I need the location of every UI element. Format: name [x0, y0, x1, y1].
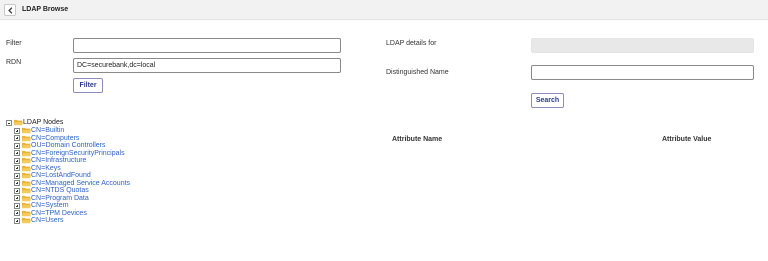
folder-icon: [22, 158, 31, 164]
tree-node[interactable]: OU=Domain Controllers: [14, 142, 130, 150]
expand-icon[interactable]: [14, 142, 20, 149]
distinguished-name-input[interactable]: [531, 65, 754, 80]
tree-node-label[interactable]: CN=System: [31, 202, 69, 210]
expand-icon[interactable]: [14, 127, 20, 134]
tree-root[interactable]: LDAP Nodes: [6, 118, 63, 127]
expand-icon[interactable]: [14, 157, 20, 164]
tree-node-list: CN=Builtin CN=Computers OU=Domain Contro…: [14, 127, 130, 225]
folder-icon: [22, 180, 31, 186]
tree-node-label[interactable]: CN=Program Data: [31, 195, 89, 203]
tree-node-label[interactable]: CN=Builtin: [31, 127, 64, 135]
collapse-icon[interactable]: [6, 119, 12, 126]
expand-icon[interactable]: [14, 135, 20, 142]
filter-input[interactable]: [73, 38, 341, 53]
attribute-name-header: Attribute Name: [392, 136, 443, 143]
folder-icon: [22, 195, 31, 201]
ldap-details-field: [531, 38, 754, 53]
tree-node-label[interactable]: OU=Domain Controllers: [31, 142, 106, 150]
folder-icon: [22, 218, 31, 224]
tree-node[interactable]: CN=Users: [14, 217, 130, 225]
page-title: LDAP Browse: [22, 6, 69, 13]
tree-node[interactable]: CN=Keys: [14, 165, 130, 173]
tree-node[interactable]: CN=TPM Devices: [14, 210, 130, 218]
tree-root-label: LDAP Nodes: [23, 119, 64, 126]
tree-node[interactable]: CN=Managed Service Accounts: [14, 180, 130, 188]
tree-node-label[interactable]: CN=Keys: [31, 165, 61, 173]
expand-icon[interactable]: [14, 172, 20, 179]
folder-icon: [22, 150, 31, 156]
folder-icon: [22, 143, 31, 149]
tree-node[interactable]: CN=LostAndFound: [14, 172, 130, 180]
tree-node-label[interactable]: CN=TPM Devices: [31, 210, 87, 218]
folder-icon: [22, 173, 31, 179]
tree-node-label[interactable]: CN=Computers: [31, 135, 79, 143]
tree-node[interactable]: CN=ForeignSecurityPrincipals: [14, 150, 130, 158]
ldap-details-label: LDAP details for: [386, 40, 437, 47]
tree-node[interactable]: CN=Infrastructure: [14, 157, 130, 165]
expand-icon[interactable]: [14, 210, 20, 217]
folder-icon: [22, 203, 31, 209]
top-bar: LDAP Browse: [0, 0, 768, 20]
expand-icon[interactable]: [14, 202, 20, 209]
chevron-left-icon: [7, 6, 12, 14]
tree-node[interactable]: CN=NTDS Quotas: [14, 187, 130, 195]
folder-icon: [22, 188, 31, 194]
folder-icon: [22, 210, 31, 216]
tree-node[interactable]: CN=Builtin: [14, 127, 130, 135]
filter-label: Filter: [6, 40, 22, 47]
expand-icon[interactable]: [14, 180, 20, 187]
search-button[interactable]: Search: [531, 93, 564, 108]
folder-icon: [22, 128, 31, 134]
tree-node-label[interactable]: CN=NTDS Quotas: [31, 187, 89, 195]
expand-icon[interactable]: [14, 195, 20, 202]
tree-node-label[interactable]: CN=LostAndFound: [31, 172, 91, 180]
distinguished-name-label: Distinguished Name: [386, 69, 449, 76]
tree-node-label[interactable]: CN=Managed Service Accounts: [31, 180, 130, 188]
tree-node[interactable]: CN=Computers: [14, 135, 130, 143]
tree-node-label[interactable]: CN=Infrastructure: [31, 157, 86, 165]
expand-icon[interactable]: [14, 187, 20, 194]
expand-icon[interactable]: [14, 165, 20, 172]
expand-icon[interactable]: [14, 217, 20, 224]
expand-icon[interactable]: [14, 150, 20, 157]
tree-node-label[interactable]: CN=Users: [31, 217, 63, 225]
filter-button[interactable]: Filter: [73, 78, 103, 93]
open-folder-icon: [14, 119, 23, 126]
tree-node-label[interactable]: CN=ForeignSecurityPrincipals: [31, 150, 125, 158]
folder-icon: [22, 165, 31, 171]
attribute-value-header: Attribute Value: [662, 136, 712, 143]
rdn-label: RDN: [6, 59, 22, 66]
back-button[interactable]: [4, 4, 16, 16]
rdn-input[interactable]: DC=securebank,dc=local: [73, 58, 341, 73]
tree-node[interactable]: CN=System: [14, 202, 130, 210]
tree-node[interactable]: CN=Program Data: [14, 195, 130, 203]
folder-icon: [22, 135, 31, 141]
